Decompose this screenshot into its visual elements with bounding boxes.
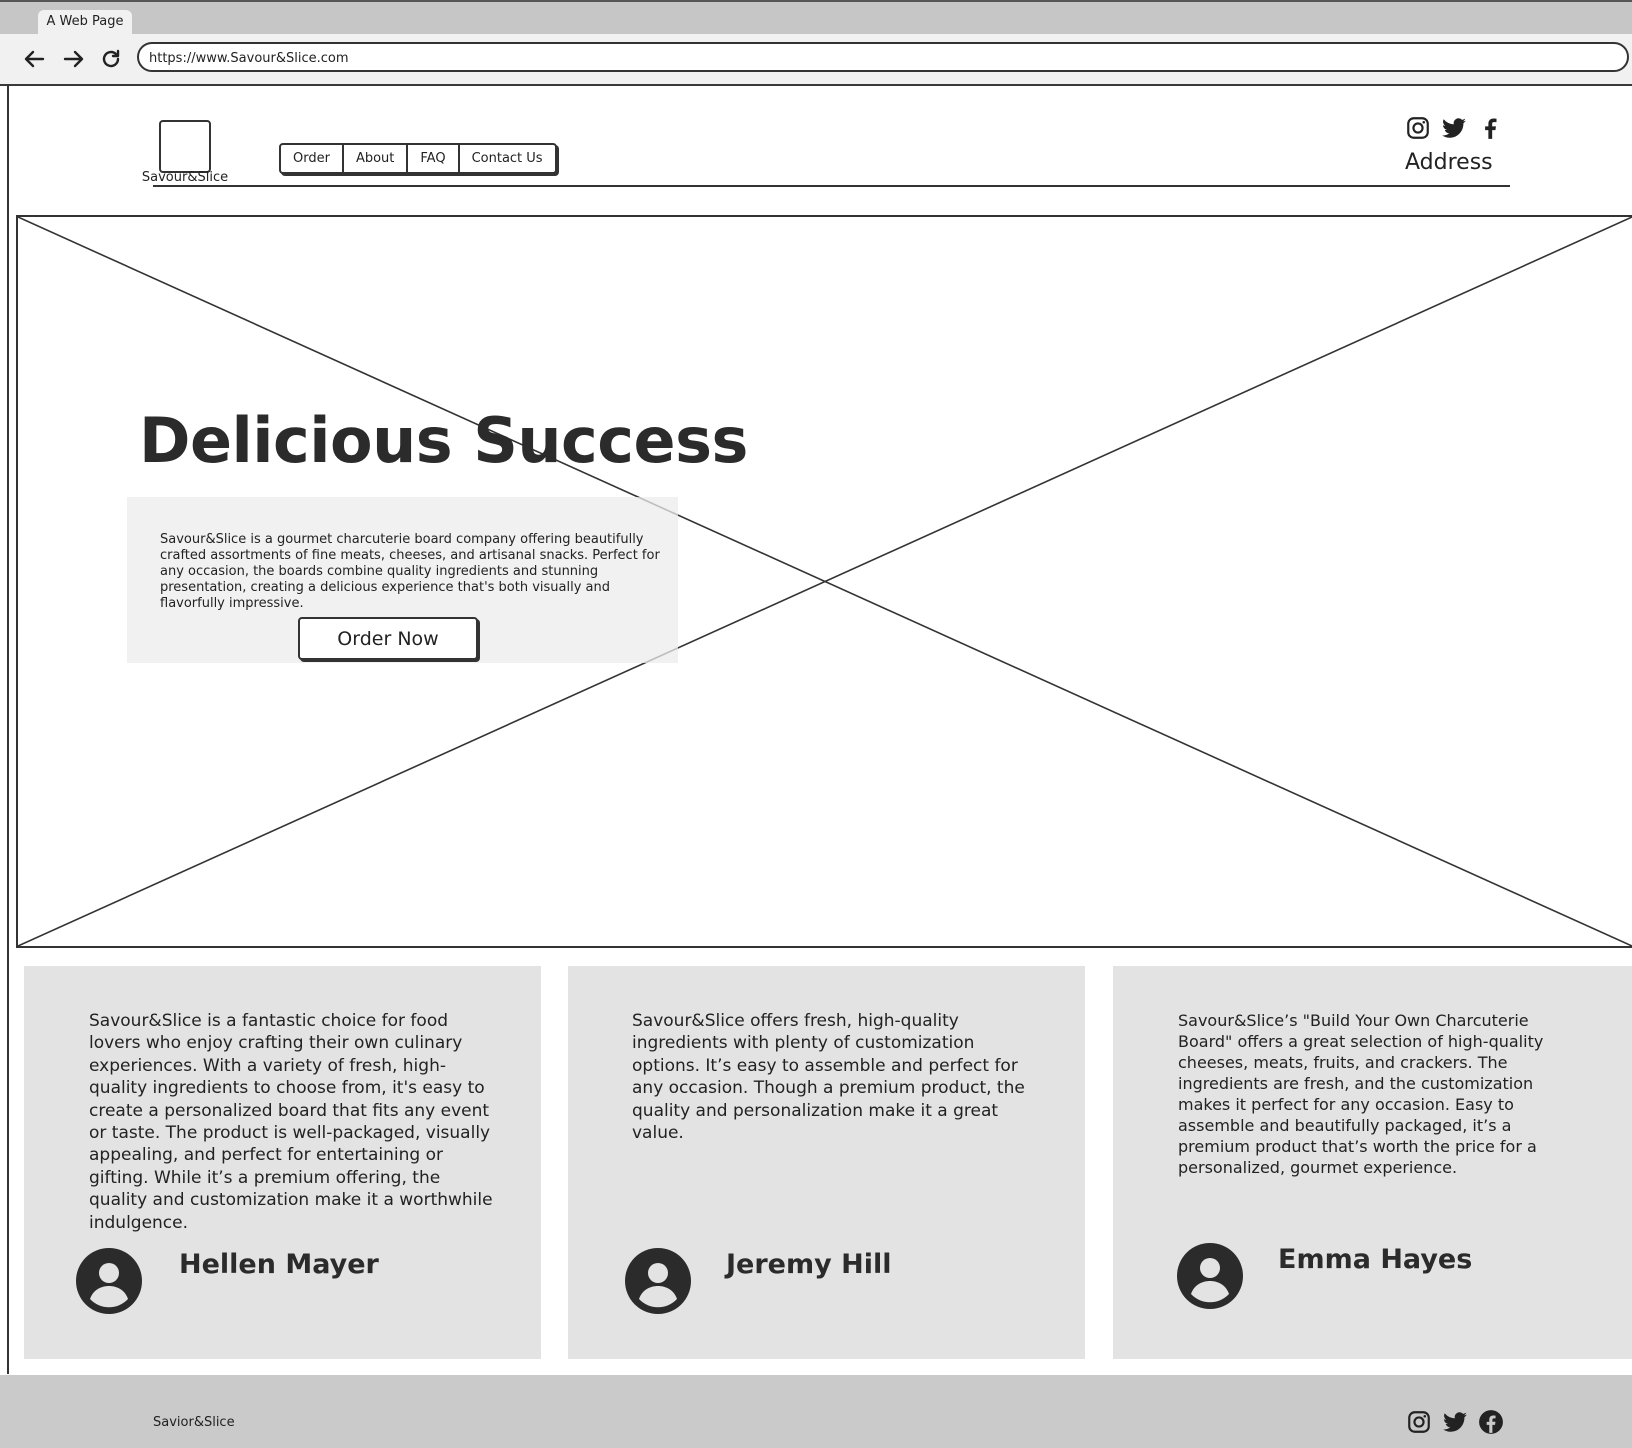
nav-item-about[interactable]: About [344, 145, 409, 172]
logo-placeholder[interactable] [159, 120, 211, 173]
order-now-button[interactable]: Order Now [298, 617, 478, 660]
tab-strip [0, 0, 1632, 34]
nav-item-faq[interactable]: FAQ [408, 145, 460, 172]
avatar-icon [1177, 1243, 1243, 1309]
main-nav: Order About FAQ Contact Us [279, 143, 557, 174]
hero-description: Savour&Slice is a gourmet charcuterie bo… [160, 532, 660, 611]
instagram-icon[interactable] [1406, 1409, 1432, 1435]
testimonial-card: Savour&Slice is a fantastic choice for f… [24, 966, 541, 1359]
footer-social-links [1406, 1409, 1504, 1435]
instagram-icon[interactable] [1405, 115, 1431, 141]
arrow-left-icon [24, 50, 45, 68]
twitter-icon[interactable] [1442, 1409, 1468, 1435]
facebook-icon[interactable] [1478, 1409, 1504, 1435]
footer-brand: Savior&Slice [153, 1415, 235, 1430]
avatar-icon [625, 1248, 691, 1314]
facebook-icon[interactable] [1477, 115, 1503, 141]
address-bar[interactable]: https://www.Savour&Slice.com [137, 42, 1629, 72]
testimonial-text: Savour&Slice’s "Build Your Own Charcuter… [1178, 1011, 1544, 1177]
logo-text: Savour&Slice [141, 170, 229, 185]
footer [0, 1375, 1632, 1448]
reload-button[interactable] [96, 44, 126, 74]
header-divider [153, 185, 1510, 187]
reload-icon [102, 49, 120, 68]
forward-button[interactable] [58, 44, 88, 74]
header-social-links [1405, 115, 1503, 141]
avatar-icon [76, 1248, 142, 1314]
hero-title: Delicious Success [139, 404, 748, 477]
address-link[interactable]: Address [1405, 150, 1493, 175]
back-button[interactable] [20, 44, 50, 74]
testimonial-card: Savour&Slice offers fresh, high-quality … [568, 966, 1085, 1359]
page-frame-edge [7, 84, 9, 1374]
nav-item-order[interactable]: Order [281, 145, 344, 172]
testimonial-card: Savour&Slice’s "Build Your Own Charcuter… [1113, 966, 1632, 1359]
testimonial-text: Savour&Slice offers fresh, high-quality … [632, 1011, 1025, 1144]
nav-item-contact-us[interactable]: Contact Us [460, 145, 555, 172]
testimonial-author: Jeremy Hill [726, 1249, 892, 1280]
testimonial-author: Hellen Mayer [179, 1249, 379, 1280]
testimonial-text: Savour&Slice is a fantastic choice for f… [89, 1011, 493, 1233]
arrow-right-icon [63, 50, 84, 68]
twitter-icon[interactable] [1441, 115, 1467, 141]
browser-tab[interactable]: A Web Page [38, 10, 132, 34]
testimonial-author: Emma Hayes [1278, 1244, 1473, 1275]
